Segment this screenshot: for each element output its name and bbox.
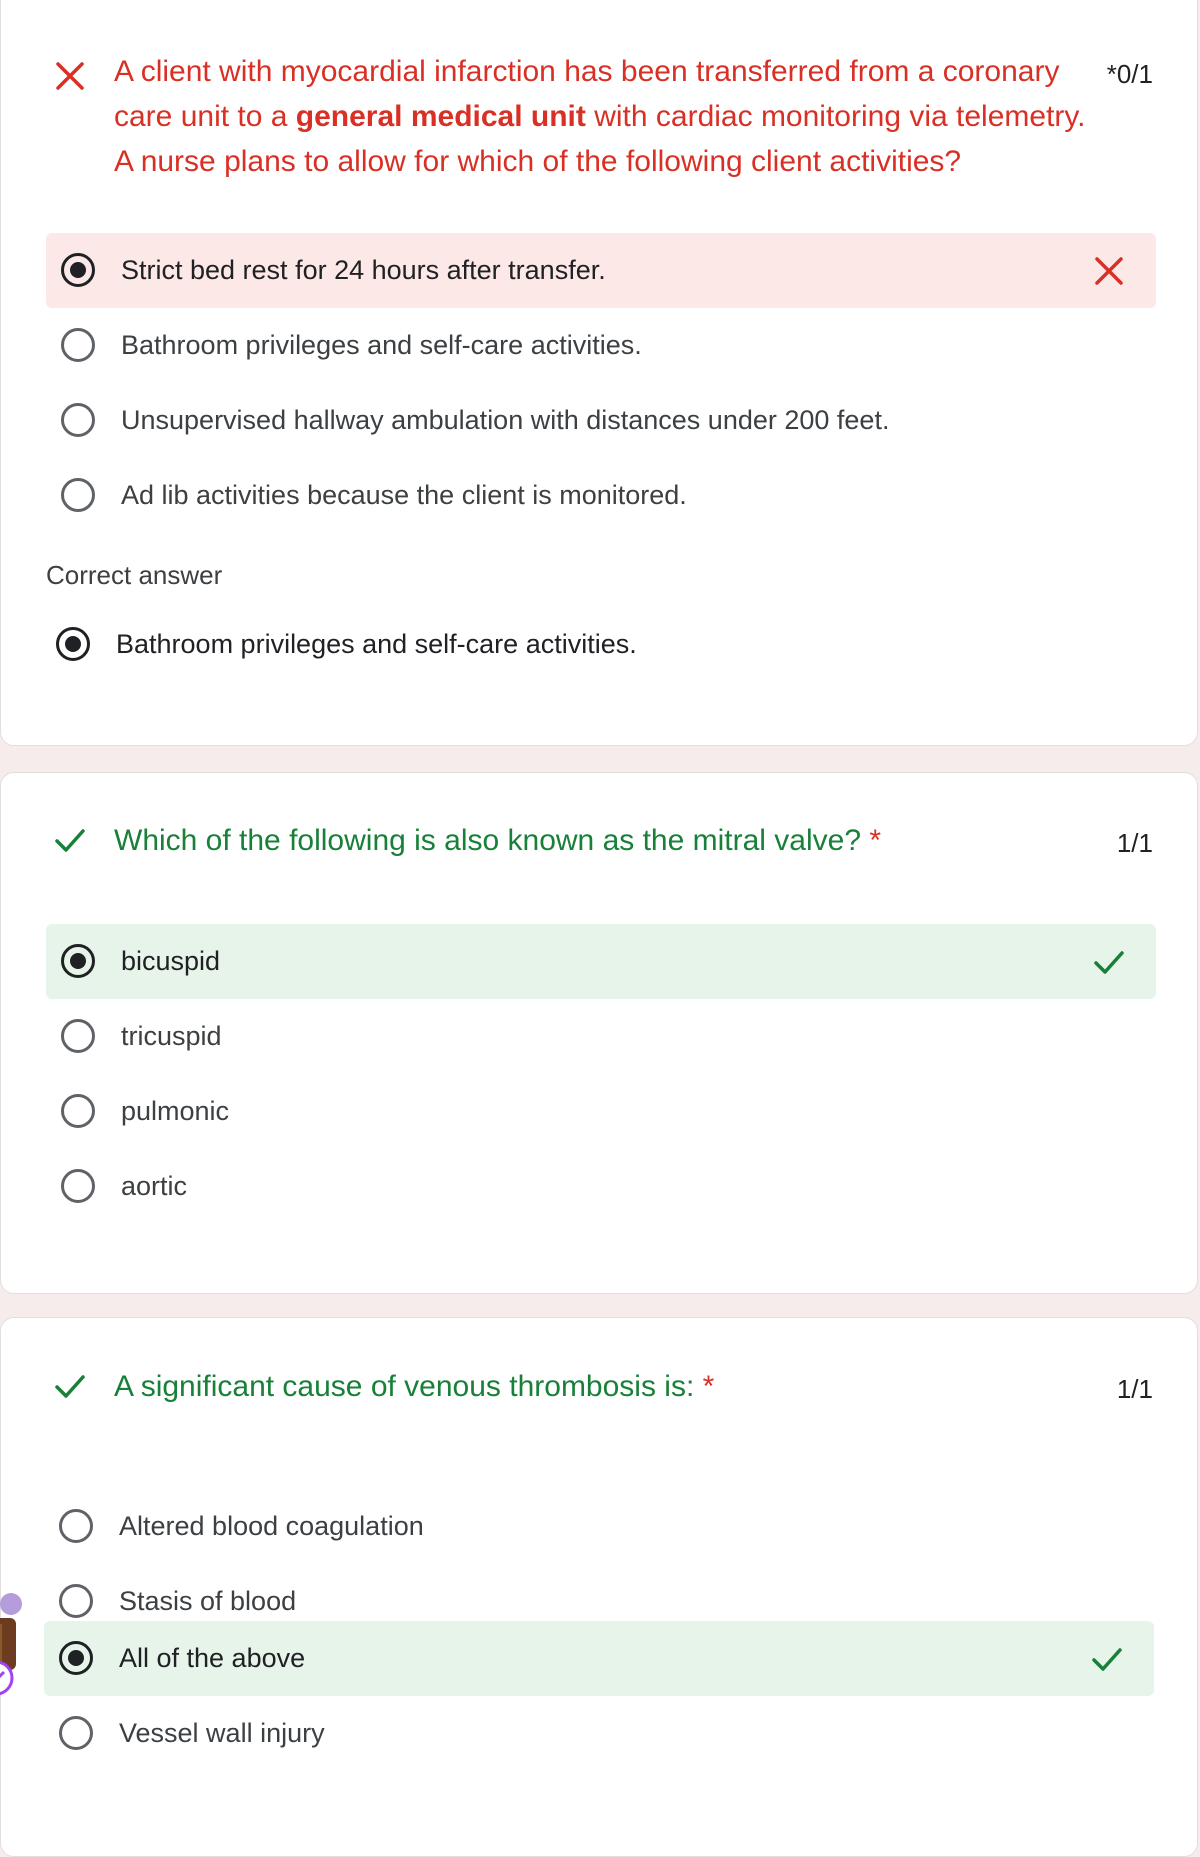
correct-check-icon: [1094, 951, 1124, 974]
correct-answer-heading: Correct answer: [46, 560, 223, 590]
option-vessel-wall-injury[interactable]: Vessel wall injury: [44, 1696, 1154, 1771]
option-aortic[interactable]: aortic: [46, 1149, 1156, 1224]
option-label: bicuspid: [121, 946, 221, 976]
radio-button[interactable]: [61, 1094, 95, 1128]
question-text: A significant cause of venous thrombosis…: [114, 1370, 715, 1403]
radio-button[interactable]: [61, 1169, 95, 1203]
radio-button[interactable]: [59, 1509, 93, 1543]
option-pulmonic[interactable]: pulmonic: [46, 1074, 1156, 1149]
required-asterisk: *: [1106, 59, 1117, 89]
option-label: Ad lib activities because the client is …: [121, 480, 687, 510]
correct-check-icon: [1092, 1648, 1122, 1671]
required-asterisk: *: [869, 824, 882, 857]
option-tricuspid[interactable]: tricuspid: [46, 999, 1156, 1074]
option-label: All of the above: [119, 1643, 306, 1673]
floating-chat-head[interactable]: [0, 1590, 23, 1700]
radio-button[interactable]: [61, 328, 95, 362]
correct-check-icon: [55, 1375, 85, 1398]
option-all-of-the-above[interactable]: All of the above: [44, 1621, 1154, 1696]
radio-button-selected[interactable]: [61, 944, 95, 978]
option-hallway-ambulation[interactable]: Unsupervised hallway ambulation with dis…: [46, 383, 1156, 458]
option-label: Unsupervised hallway ambulation with dis…: [121, 405, 890, 435]
option-label: Strict bed rest for 24 hours after trans…: [121, 255, 606, 285]
required-asterisk: *: [702, 1370, 715, 1403]
radio-button[interactable]: [59, 1584, 93, 1618]
option-bathroom-privileges[interactable]: Bathroom privileges and self-care activi…: [46, 308, 1156, 383]
correct-check-icon: [55, 829, 85, 852]
incorrect-x-icon: [1095, 257, 1123, 285]
incorrect-x-icon: [56, 62, 84, 90]
option-label: tricuspid: [121, 1021, 222, 1051]
chat-bubble-icon: [0, 1593, 22, 1696]
option-label: Altered blood coagulation: [119, 1511, 424, 1541]
radio-button[interactable]: [59, 1716, 93, 1750]
option-strict-bed-rest[interactable]: Strict bed rest for 24 hours after trans…: [46, 233, 1156, 308]
option-label: aortic: [121, 1171, 188, 1201]
option-label: pulmonic: [121, 1096, 230, 1126]
option-label: Bathroom privileges and self-care activi…: [121, 330, 642, 360]
question-card-1: A client with myocardial infarction has …: [0, 0, 1198, 746]
question-card-3: A significant cause of venous thrombosis…: [0, 1317, 1198, 1857]
question-text: A client with myocardial infarction has …: [114, 55, 1086, 178]
option-bicuspid[interactable]: bicuspid: [46, 924, 1156, 999]
radio-button-selected[interactable]: [59, 1641, 93, 1675]
question-card-2: Which of the following is also known as …: [0, 772, 1198, 1294]
radio-button-selected[interactable]: [61, 253, 95, 287]
radio-button-selected: [56, 627, 90, 661]
radio-button[interactable]: [61, 403, 95, 437]
question-score: 1/1: [1116, 1374, 1153, 1404]
radio-button[interactable]: [61, 478, 95, 512]
correct-answer-option: Bathroom privileges and self-care activi…: [41, 607, 1151, 682]
question-score: *0/1: [1106, 59, 1153, 89]
option-label: Bathroom privileges and self-care activi…: [116, 629, 637, 659]
radio-button[interactable]: [61, 1019, 95, 1053]
option-altered-blood-coagulation[interactable]: Altered blood coagulation: [44, 1489, 1154, 1564]
option-label: Vessel wall injury: [119, 1718, 325, 1748]
question-score: 1/1: [1116, 828, 1153, 858]
question-text: Which of the following is also known as …: [114, 824, 882, 857]
option-ad-lib-activities[interactable]: Ad lib activities because the client is …: [46, 458, 1156, 533]
